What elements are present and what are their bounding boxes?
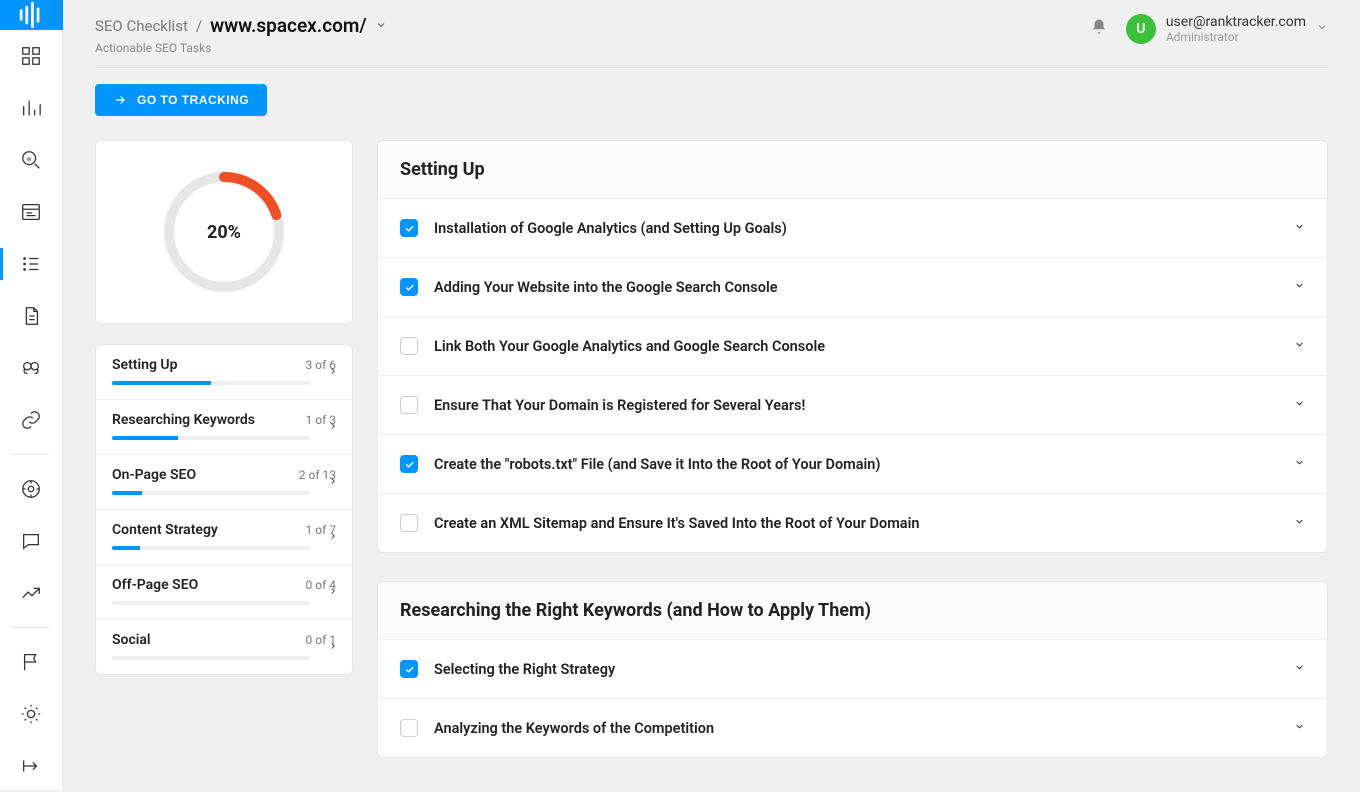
chevron-down-icon[interactable] bbox=[375, 17, 387, 35]
task-checkbox[interactable] bbox=[400, 278, 418, 296]
nav-theme[interactable] bbox=[0, 688, 63, 740]
chevron-right-icon bbox=[328, 584, 338, 600]
breadcrumb-domain[interactable]: www.spacex.com/ bbox=[210, 14, 367, 37]
nav-backlinks[interactable] bbox=[0, 394, 63, 446]
chevron-right-icon bbox=[328, 474, 338, 490]
task-checkbox[interactable] bbox=[400, 660, 418, 678]
task-label: Installation of Google Analytics (and Se… bbox=[434, 220, 1278, 237]
chevron-right-icon bbox=[328, 364, 338, 380]
category-list: Setting Up3 of 6Researching Keywords1 of… bbox=[95, 344, 353, 675]
category-row[interactable]: Social0 of 1 bbox=[96, 619, 352, 674]
task-label: Selecting the Right Strategy bbox=[434, 661, 1278, 678]
task-label: Analyzing the Keywords of the Competitio… bbox=[434, 720, 1278, 737]
nav-chat[interactable] bbox=[0, 515, 63, 567]
category-progress bbox=[112, 491, 310, 495]
breadcrumb: SEO Checklist / www.spacex.com/ bbox=[95, 14, 387, 37]
category-row[interactable]: Setting Up3 of 6 bbox=[96, 345, 352, 399]
nav-dashboard[interactable] bbox=[0, 30, 63, 82]
nav-flag[interactable] bbox=[0, 636, 63, 688]
chevron-down-icon bbox=[1316, 21, 1328, 37]
category-title: Social bbox=[112, 632, 151, 648]
svg-text:w: w bbox=[27, 155, 32, 163]
chevron-right-icon bbox=[328, 529, 338, 545]
page-subtitle: Actionable SEO Tasks bbox=[95, 41, 387, 55]
nav-reports[interactable] bbox=[0, 290, 63, 342]
category-progress bbox=[112, 656, 310, 660]
task-row[interactable]: Selecting the Right Strategy bbox=[378, 640, 1327, 698]
chevron-down-icon[interactable] bbox=[1294, 720, 1305, 736]
go-to-tracking-button[interactable]: GO TO TRACKING bbox=[95, 84, 267, 116]
progress-gauge-panel: 20% bbox=[95, 140, 353, 324]
chevron-down-icon[interactable] bbox=[1294, 456, 1305, 472]
category-row[interactable]: Off-Page SEO0 of 4 bbox=[96, 564, 352, 619]
category-progress bbox=[112, 546, 310, 550]
bell-icon[interactable] bbox=[1090, 18, 1108, 40]
task-row[interactable]: Create the "robots.txt" File (and Save i… bbox=[378, 434, 1327, 493]
user-menu[interactable]: U user@ranktracker.com Administrator bbox=[1126, 14, 1328, 44]
task-checkbox[interactable] bbox=[400, 514, 418, 532]
chevron-down-icon[interactable] bbox=[1294, 515, 1305, 531]
avatar: U bbox=[1126, 14, 1156, 44]
task-label: Create an XML Sitemap and Ensure It's Sa… bbox=[434, 515, 1278, 532]
side-nav: w bbox=[0, 0, 63, 790]
category-title: On-Page SEO bbox=[112, 467, 196, 483]
gauge-percent: 20% bbox=[159, 167, 289, 297]
category-title: Setting Up bbox=[112, 357, 177, 373]
nav-analytics[interactable] bbox=[0, 82, 63, 134]
task-checkbox[interactable] bbox=[400, 396, 418, 414]
category-title: Content Strategy bbox=[112, 522, 218, 538]
task-label: Ensure That Your Domain is Registered fo… bbox=[434, 397, 1278, 414]
task-checkbox[interactable] bbox=[400, 337, 418, 355]
chevron-right-icon bbox=[328, 419, 338, 435]
task-section: Researching the Right Keywords (and How … bbox=[377, 581, 1328, 758]
nav-search[interactable]: w bbox=[0, 134, 63, 186]
chevron-down-icon[interactable] bbox=[1294, 279, 1305, 295]
chevron-right-icon bbox=[328, 639, 338, 655]
user-role: Administrator bbox=[1166, 30, 1306, 44]
task-sections: Setting Up Installation of Google Analyti… bbox=[377, 140, 1328, 758]
nav-collapse[interactable] bbox=[0, 740, 63, 792]
task-checkbox[interactable] bbox=[400, 219, 418, 237]
task-row[interactable]: Ensure That Your Domain is Registered fo… bbox=[378, 375, 1327, 434]
category-row[interactable]: On-Page SEO2 of 13 bbox=[96, 454, 352, 509]
category-title: Researching Keywords bbox=[112, 412, 255, 428]
task-label: Create the "robots.txt" File (and Save i… bbox=[434, 456, 1278, 473]
chevron-down-icon[interactable] bbox=[1294, 397, 1305, 413]
category-progress bbox=[112, 601, 310, 605]
task-checkbox[interactable] bbox=[400, 455, 418, 473]
category-progress bbox=[112, 436, 310, 440]
task-label: Adding Your Website into the Google Sear… bbox=[434, 279, 1278, 296]
task-checkbox[interactable] bbox=[400, 719, 418, 737]
category-row[interactable]: Researching Keywords1 of 3 bbox=[96, 399, 352, 454]
progress-gauge: 20% bbox=[159, 167, 289, 297]
task-row[interactable]: Analyzing the Keywords of the Competitio… bbox=[378, 698, 1327, 757]
nav-audit[interactable] bbox=[0, 342, 63, 394]
category-progress bbox=[112, 381, 310, 385]
nav-help[interactable] bbox=[0, 463, 63, 515]
task-row[interactable]: Adding Your Website into the Google Sear… bbox=[378, 257, 1327, 316]
category-title: Off-Page SEO bbox=[112, 577, 198, 593]
breadcrumb-root: SEO Checklist bbox=[95, 17, 188, 35]
nav-trends[interactable] bbox=[0, 567, 63, 619]
section-title: Setting Up bbox=[378, 141, 1327, 199]
nav-serp[interactable] bbox=[0, 186, 63, 238]
task-row[interactable]: Create an XML Sitemap and Ensure It's Sa… bbox=[378, 493, 1327, 552]
section-title: Researching the Right Keywords (and How … bbox=[378, 582, 1327, 640]
chevron-down-icon[interactable] bbox=[1294, 661, 1305, 677]
user-email: user@ranktracker.com bbox=[1166, 14, 1306, 30]
task-label: Link Both Your Google Analytics and Goog… bbox=[434, 338, 1278, 355]
chevron-down-icon[interactable] bbox=[1294, 338, 1305, 354]
app-logo[interactable] bbox=[0, 0, 63, 30]
task-row[interactable]: Installation of Google Analytics (and Se… bbox=[378, 199, 1327, 257]
task-section: Setting Up Installation of Google Analyti… bbox=[377, 140, 1328, 553]
chevron-down-icon[interactable] bbox=[1294, 220, 1305, 236]
category-row[interactable]: Content Strategy1 of 7 bbox=[96, 509, 352, 564]
task-row[interactable]: Link Both Your Google Analytics and Goog… bbox=[378, 316, 1327, 375]
nav-checklist[interactable] bbox=[0, 238, 63, 290]
go-to-tracking-label: GO TO TRACKING bbox=[137, 93, 249, 107]
